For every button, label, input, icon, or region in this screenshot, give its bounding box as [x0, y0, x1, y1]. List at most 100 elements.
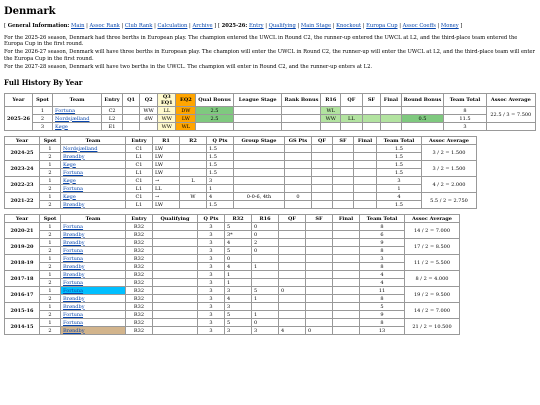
- spot-cell: 2: [39, 152, 61, 162]
- q-pts-cell: 1.5: [206, 168, 234, 178]
- team-link[interactable]: Brøndby: [63, 304, 85, 310]
- entry-cell: R32: [125, 278, 153, 288]
- nav-link[interactable]: Main Stage: [301, 23, 331, 29]
- spot-cell: 1: [39, 176, 61, 186]
- spot-cell: 1: [39, 192, 61, 202]
- table-row: 3 Køge E1 WW WL 3: [5, 122, 537, 132]
- team-cell: Fortuna: [52, 106, 103, 116]
- table-row: 2 Nordsjælland L2 dW WW LW 2.5 WW LL 0.5 11.5: [5, 114, 536, 124]
- team-link[interactable]: Køge: [63, 194, 76, 200]
- final-cell: [380, 122, 402, 132]
- nav-link[interactable]: Qualifying: [269, 23, 296, 29]
- q-pts-cell: 3: [197, 294, 225, 304]
- nav-season-label: 2025-26:: [221, 23, 248, 29]
- qualifying-cell: [152, 326, 198, 336]
- spot-cell: 1: [39, 160, 61, 170]
- team-cell: Fortuna: [60, 168, 126, 178]
- team-link[interactable]: Brøndby: [63, 272, 85, 278]
- qualifying-cell: [152, 270, 198, 280]
- qf-cell: [278, 278, 306, 288]
- column-header: R16: [251, 214, 279, 224]
- sf-cell: [305, 238, 333, 248]
- team-total-cell: 8: [359, 294, 405, 304]
- assoc-average-cell: 4 / 2 = 2.000: [421, 176, 477, 194]
- nav-link[interactable]: Calculation: [157, 23, 187, 29]
- sf-cell: [305, 230, 333, 240]
- team-link[interactable]: Fortuna: [63, 288, 83, 294]
- final-cell: [332, 294, 360, 304]
- team-link[interactable]: Brøndby: [63, 232, 85, 238]
- team-link[interactable]: Køge: [63, 178, 76, 184]
- team-link[interactable]: Brøndby: [63, 202, 85, 208]
- nav-link[interactable]: Money: [441, 23, 459, 29]
- qf-cell: [278, 318, 306, 328]
- spot-cell: 1: [39, 222, 61, 232]
- entry-cell: R32: [125, 318, 153, 328]
- team-link[interactable]: Brøndby: [63, 328, 85, 334]
- team-link[interactable]: Brøndby: [63, 264, 85, 270]
- team-link[interactable]: Fortuna: [63, 186, 83, 192]
- nav-link[interactable]: Knockout: [336, 23, 361, 29]
- sf-cell: [305, 254, 333, 264]
- team-cell: Nordsjælland: [60, 144, 126, 154]
- r32-cell: 4: [224, 262, 252, 272]
- nav-link[interactable]: Main: [71, 23, 84, 29]
- r32-cell: 1: [224, 278, 252, 288]
- r1-cell: LL: [152, 184, 180, 194]
- column-header: Q3 EQ1: [157, 93, 177, 108]
- column-header: Team: [52, 93, 103, 108]
- final-cell: [332, 238, 360, 248]
- r32-cell: 5: [224, 246, 252, 256]
- round-bonus-cell: [400, 106, 445, 116]
- team-link[interactable]: Fortuna: [63, 280, 83, 286]
- final-cell: [332, 302, 360, 312]
- sf-cell: [332, 152, 354, 162]
- entry-cell: C1: [125, 160, 153, 170]
- nav-link[interactable]: Assoc Coeffs: [403, 23, 436, 29]
- team-link[interactable]: Nordsjælland: [63, 146, 97, 152]
- team-link[interactable]: Brøndby: [63, 154, 85, 160]
- team-link[interactable]: Køge: [63, 162, 76, 168]
- team-cell: Brøndby: [60, 262, 126, 272]
- team-cell: Brøndby: [60, 294, 126, 304]
- intro-paragraph: For the 2027-28 season, Denmark will hav…: [4, 63, 373, 70]
- q2-cell: [139, 122, 159, 132]
- nav-link[interactable]: Assoc Rank: [89, 23, 119, 29]
- nav-link[interactable]: Archive: [192, 23, 212, 29]
- q3-cell: LL: [157, 106, 177, 116]
- table-row: 2025-26 1 Fortuna C2 WW LL DW 2.5 WL 8 22.5 / 3 = …: [4, 106, 537, 132]
- team-link[interactable]: Fortuna: [63, 256, 83, 262]
- entry-cell: R32: [125, 246, 153, 256]
- team-link[interactable]: Nordsjælland: [55, 116, 89, 122]
- gs-pts-cell: 0: [284, 192, 312, 202]
- gs-pts-cell: [284, 184, 312, 194]
- team-link[interactable]: Fortuna: [55, 108, 75, 114]
- r32-cell: 1: [224, 270, 252, 280]
- entry-cell: R32: [125, 238, 153, 248]
- team-link[interactable]: Brøndby: [63, 296, 85, 302]
- nav-link[interactable]: Europa Cup: [366, 23, 397, 29]
- qf-cell: [311, 152, 333, 162]
- team-link[interactable]: Brøndby: [63, 240, 85, 246]
- intro: For the 2025-26 season, Denmark had thre…: [4, 35, 536, 70]
- final-cell: [332, 222, 360, 232]
- spot-cell: 2: [39, 246, 61, 256]
- sf-cell: [305, 246, 333, 256]
- team-link[interactable]: Køge: [55, 124, 68, 130]
- nav-link[interactable]: Entry: [249, 23, 264, 29]
- final-cell: [353, 144, 377, 154]
- team-link[interactable]: Fortuna: [63, 224, 83, 230]
- team-link[interactable]: Fortuna: [63, 248, 83, 254]
- group-stage-cell: 0-0-6, 4th: [233, 192, 285, 202]
- r16-cell: WW: [320, 114, 342, 124]
- r16-cell: [251, 302, 279, 312]
- nav-link[interactable]: Club Rank: [125, 23, 153, 29]
- team-cell: Fortuna: [60, 318, 126, 328]
- team-link[interactable]: Fortuna: [63, 320, 83, 326]
- entry-cell: E1: [101, 122, 123, 132]
- sf-cell: [332, 192, 354, 202]
- team-link[interactable]: Fortuna: [63, 170, 83, 176]
- column-header: Entry: [125, 136, 153, 146]
- team-link[interactable]: Fortuna: [63, 312, 83, 318]
- sf-cell: [332, 144, 354, 154]
